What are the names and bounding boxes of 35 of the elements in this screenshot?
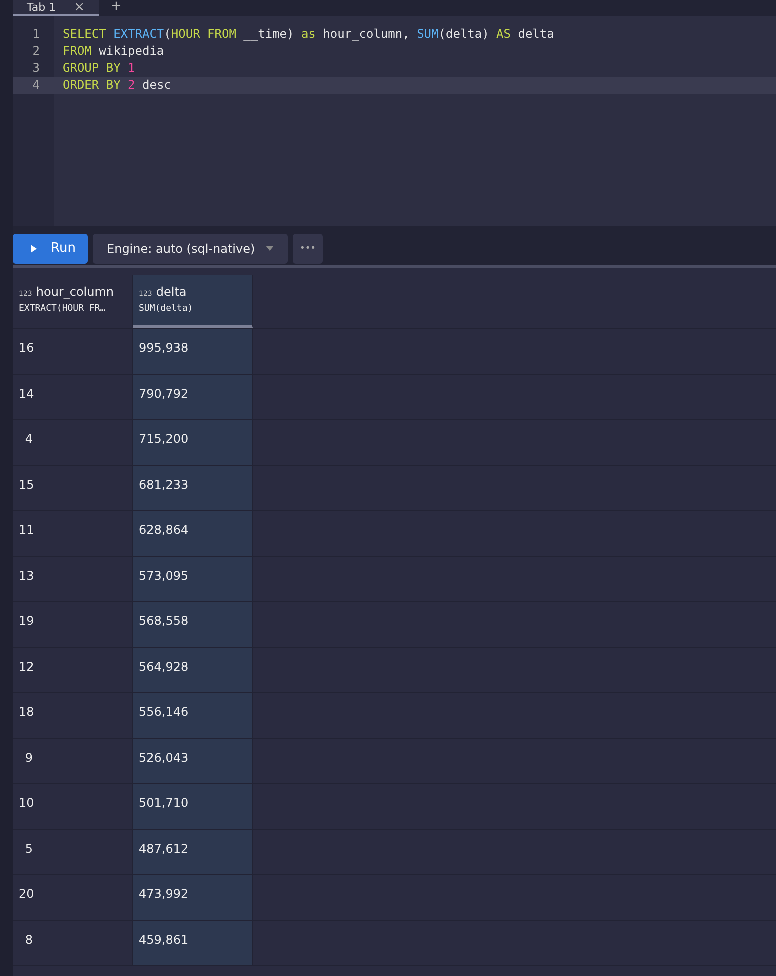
column-expression: EXTRACT(HOUR FR… [19,304,107,314]
table-cell: 573,095 [133,556,253,601]
table-cell: 564,928 [133,648,253,692]
code-line: GROUP BY 1 [62,60,136,77]
table-cell: 681,233 [133,466,253,510]
add-tab-button[interactable]: + [111,0,122,16]
table-cell: 568,558 [133,602,253,646]
table-cell: 459,861 [133,920,253,965]
table-cell: 790,792 [133,374,253,419]
column-name: hour_column [36,285,114,299]
table-cell: 628,864 [133,511,253,556]
more-button[interactable]: ••• [293,234,323,264]
close-icon[interactable]: × [74,0,86,14]
line-number: 3 [32,60,41,77]
table-cell: 526,043 [133,738,253,783]
line-number: 4 [13,77,54,94]
table-cell: 487,612 [133,830,253,874]
line-number: 1 [32,26,41,43]
code-line: FROM wikipedia [62,43,166,60]
table-cell: 473,992 [133,875,253,920]
caret-icon [266,246,274,251]
line-number: 2 [32,43,41,60]
code-line: SELECT EXTRACT(HOUR FROM __time) as hour_column, SUM(delta) AS delta [62,26,556,43]
column-expression: SUM(delta) [139,304,194,314]
play-icon [31,244,37,252]
column-name: delta [156,285,187,299]
table-cell: 995,938 [133,329,253,374]
table-cell: 501,710 [133,784,253,828]
tab-label: Tab 1 [27,0,56,14]
table-cell: 556,146 [133,693,253,738]
editor-tab[interactable]: Tab 1 × [13,0,100,16]
code-editor[interactable]: 1 2 3 4 SELECT EXTRACT(HOUR FROM __time) as hour_column, SUM(delta) AS delta FROM wikipedia GROUP BY 1 ORDER BY 2 desc [13,16,776,226]
run-button[interactable]: Run [13,234,88,264]
table-cell: 715,200 [133,420,253,464]
engine-dropdown[interactable]: Engine: auto (sql-native) [93,234,288,264]
